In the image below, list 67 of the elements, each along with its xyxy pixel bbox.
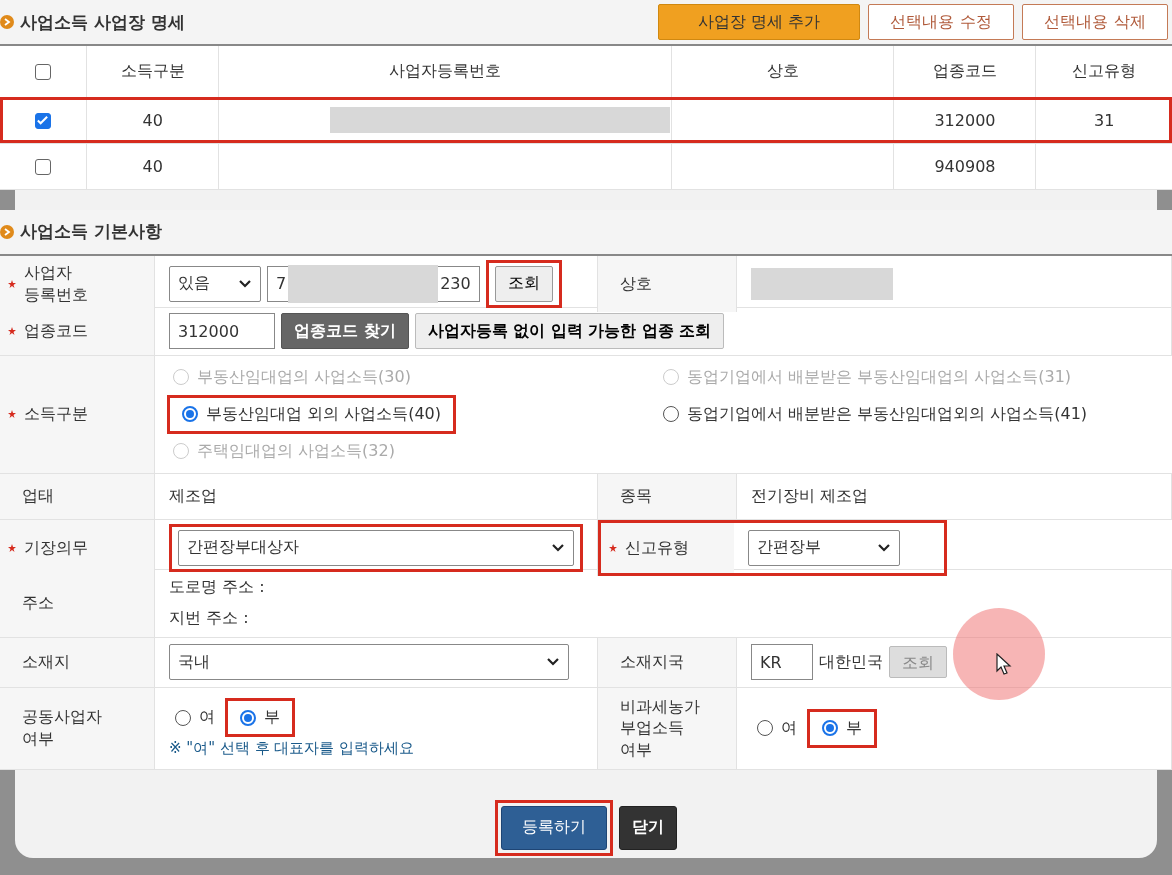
- field-label: 기장의무: [24, 536, 88, 559]
- column-header: 상호: [671, 45, 894, 97]
- text-input[interactable]: 7: [267, 265, 289, 302]
- toolbar-button[interactable]: 선택내용 삭제: [1022, 4, 1168, 40]
- radio-option[interactable]: 동업기업에서 배분받은 부동산임대업외의 사업소득(41): [657, 400, 1094, 428]
- radio-dot[interactable]: [240, 709, 256, 726]
- table-cell: 312000: [934, 110, 996, 130]
- lookup-button[interactable]: 조회: [494, 265, 553, 302]
- column-header: 신고유형: [1036, 45, 1172, 97]
- field-value: 전기장비 제조업: [751, 485, 869, 507]
- table-cell: 31: [1094, 110, 1115, 130]
- submit-button[interactable]: 등록하기: [501, 805, 607, 850]
- text-input[interactable]: 312000: [169, 313, 275, 349]
- field-label: 사업자 등록번호: [24, 261, 88, 306]
- field-value: 제조업: [169, 485, 217, 507]
- table-cell: 940908: [934, 156, 996, 176]
- radio-dot[interactable]: [182, 406, 198, 422]
- radio-dot[interactable]: [175, 709, 191, 726]
- checkbox[interactable]: [35, 113, 51, 129]
- dropdown[interactable]: 간편장부: [748, 529, 900, 566]
- field-label: 업종코드: [24, 320, 88, 342]
- hint-text: ※ "여" 선택 후 대표자를 입력하세요: [169, 739, 415, 758]
- field-label: 소득구분: [24, 403, 88, 425]
- field-label: 신고유형: [625, 536, 689, 559]
- country-name: 대한민국: [819, 651, 883, 673]
- address-line: 도로명 주소 :: [169, 577, 265, 598]
- column-header: 사업자등록번호: [218, 45, 672, 97]
- search-button[interactable]: 업종코드 찾기: [281, 313, 409, 349]
- table-cell: 40: [142, 110, 163, 130]
- section-title: 사업소득 사업장 명세: [20, 10, 185, 34]
- column-header: 업종코드: [893, 45, 1036, 97]
- chevron-icon: [877, 542, 891, 553]
- cursor-icon: [996, 653, 1012, 675]
- radio-option[interactable]: 여: [751, 714, 803, 742]
- checkbox[interactable]: [35, 159, 51, 175]
- dropdown[interactable]: 간편장부대상자: [178, 529, 574, 566]
- radio-option[interactable]: 여: [169, 704, 221, 731]
- chevron-icon: [546, 657, 560, 667]
- column-header: 소득구분: [86, 45, 219, 97]
- radio-dot[interactable]: [822, 720, 838, 736]
- field-label: 업태: [22, 485, 54, 507]
- text-input[interactable]: KR: [751, 644, 813, 680]
- radio-option[interactable]: 부: [816, 714, 868, 742]
- field-label: 상호: [620, 272, 652, 295]
- radio-option[interactable]: 부동산임대업 외의 사업소득(40): [176, 400, 447, 428]
- dropdown[interactable]: 국내: [169, 644, 569, 680]
- radio-dot[interactable]: [757, 720, 773, 736]
- toolbar-button[interactable]: 사업장 명세 추가: [658, 4, 860, 40]
- radio-option[interactable]: 부: [234, 704, 286, 731]
- table-cell: 40: [142, 156, 163, 176]
- address-line: 지번 주소 :: [169, 608, 249, 629]
- radio-dot[interactable]: [663, 406, 679, 422]
- search-button[interactable]: 사업자등록 없이 입력 가능한 업종 조회: [414, 313, 725, 349]
- text-input[interactable]: 230: [438, 265, 480, 302]
- field-label: 공동사업자 여부: [22, 706, 102, 750]
- field-label: 소재지국: [620, 651, 684, 673]
- field-label: 비과세농가 부업소득 여부: [620, 695, 700, 761]
- field-label: 주소: [22, 592, 54, 614]
- checkbox[interactable]: [35, 64, 51, 81]
- close-button[interactable]: 닫기: [619, 805, 677, 850]
- toolbar-button[interactable]: 선택내용 수정: [868, 4, 1014, 40]
- chevron-icon: [238, 278, 252, 289]
- chevron-icon: [551, 542, 565, 553]
- dropdown[interactable]: 있음: [169, 265, 261, 302]
- field-label: 소재지: [22, 651, 70, 673]
- field-label: 종목: [620, 485, 652, 507]
- section-title: 사업소득 기본사항: [20, 220, 162, 243]
